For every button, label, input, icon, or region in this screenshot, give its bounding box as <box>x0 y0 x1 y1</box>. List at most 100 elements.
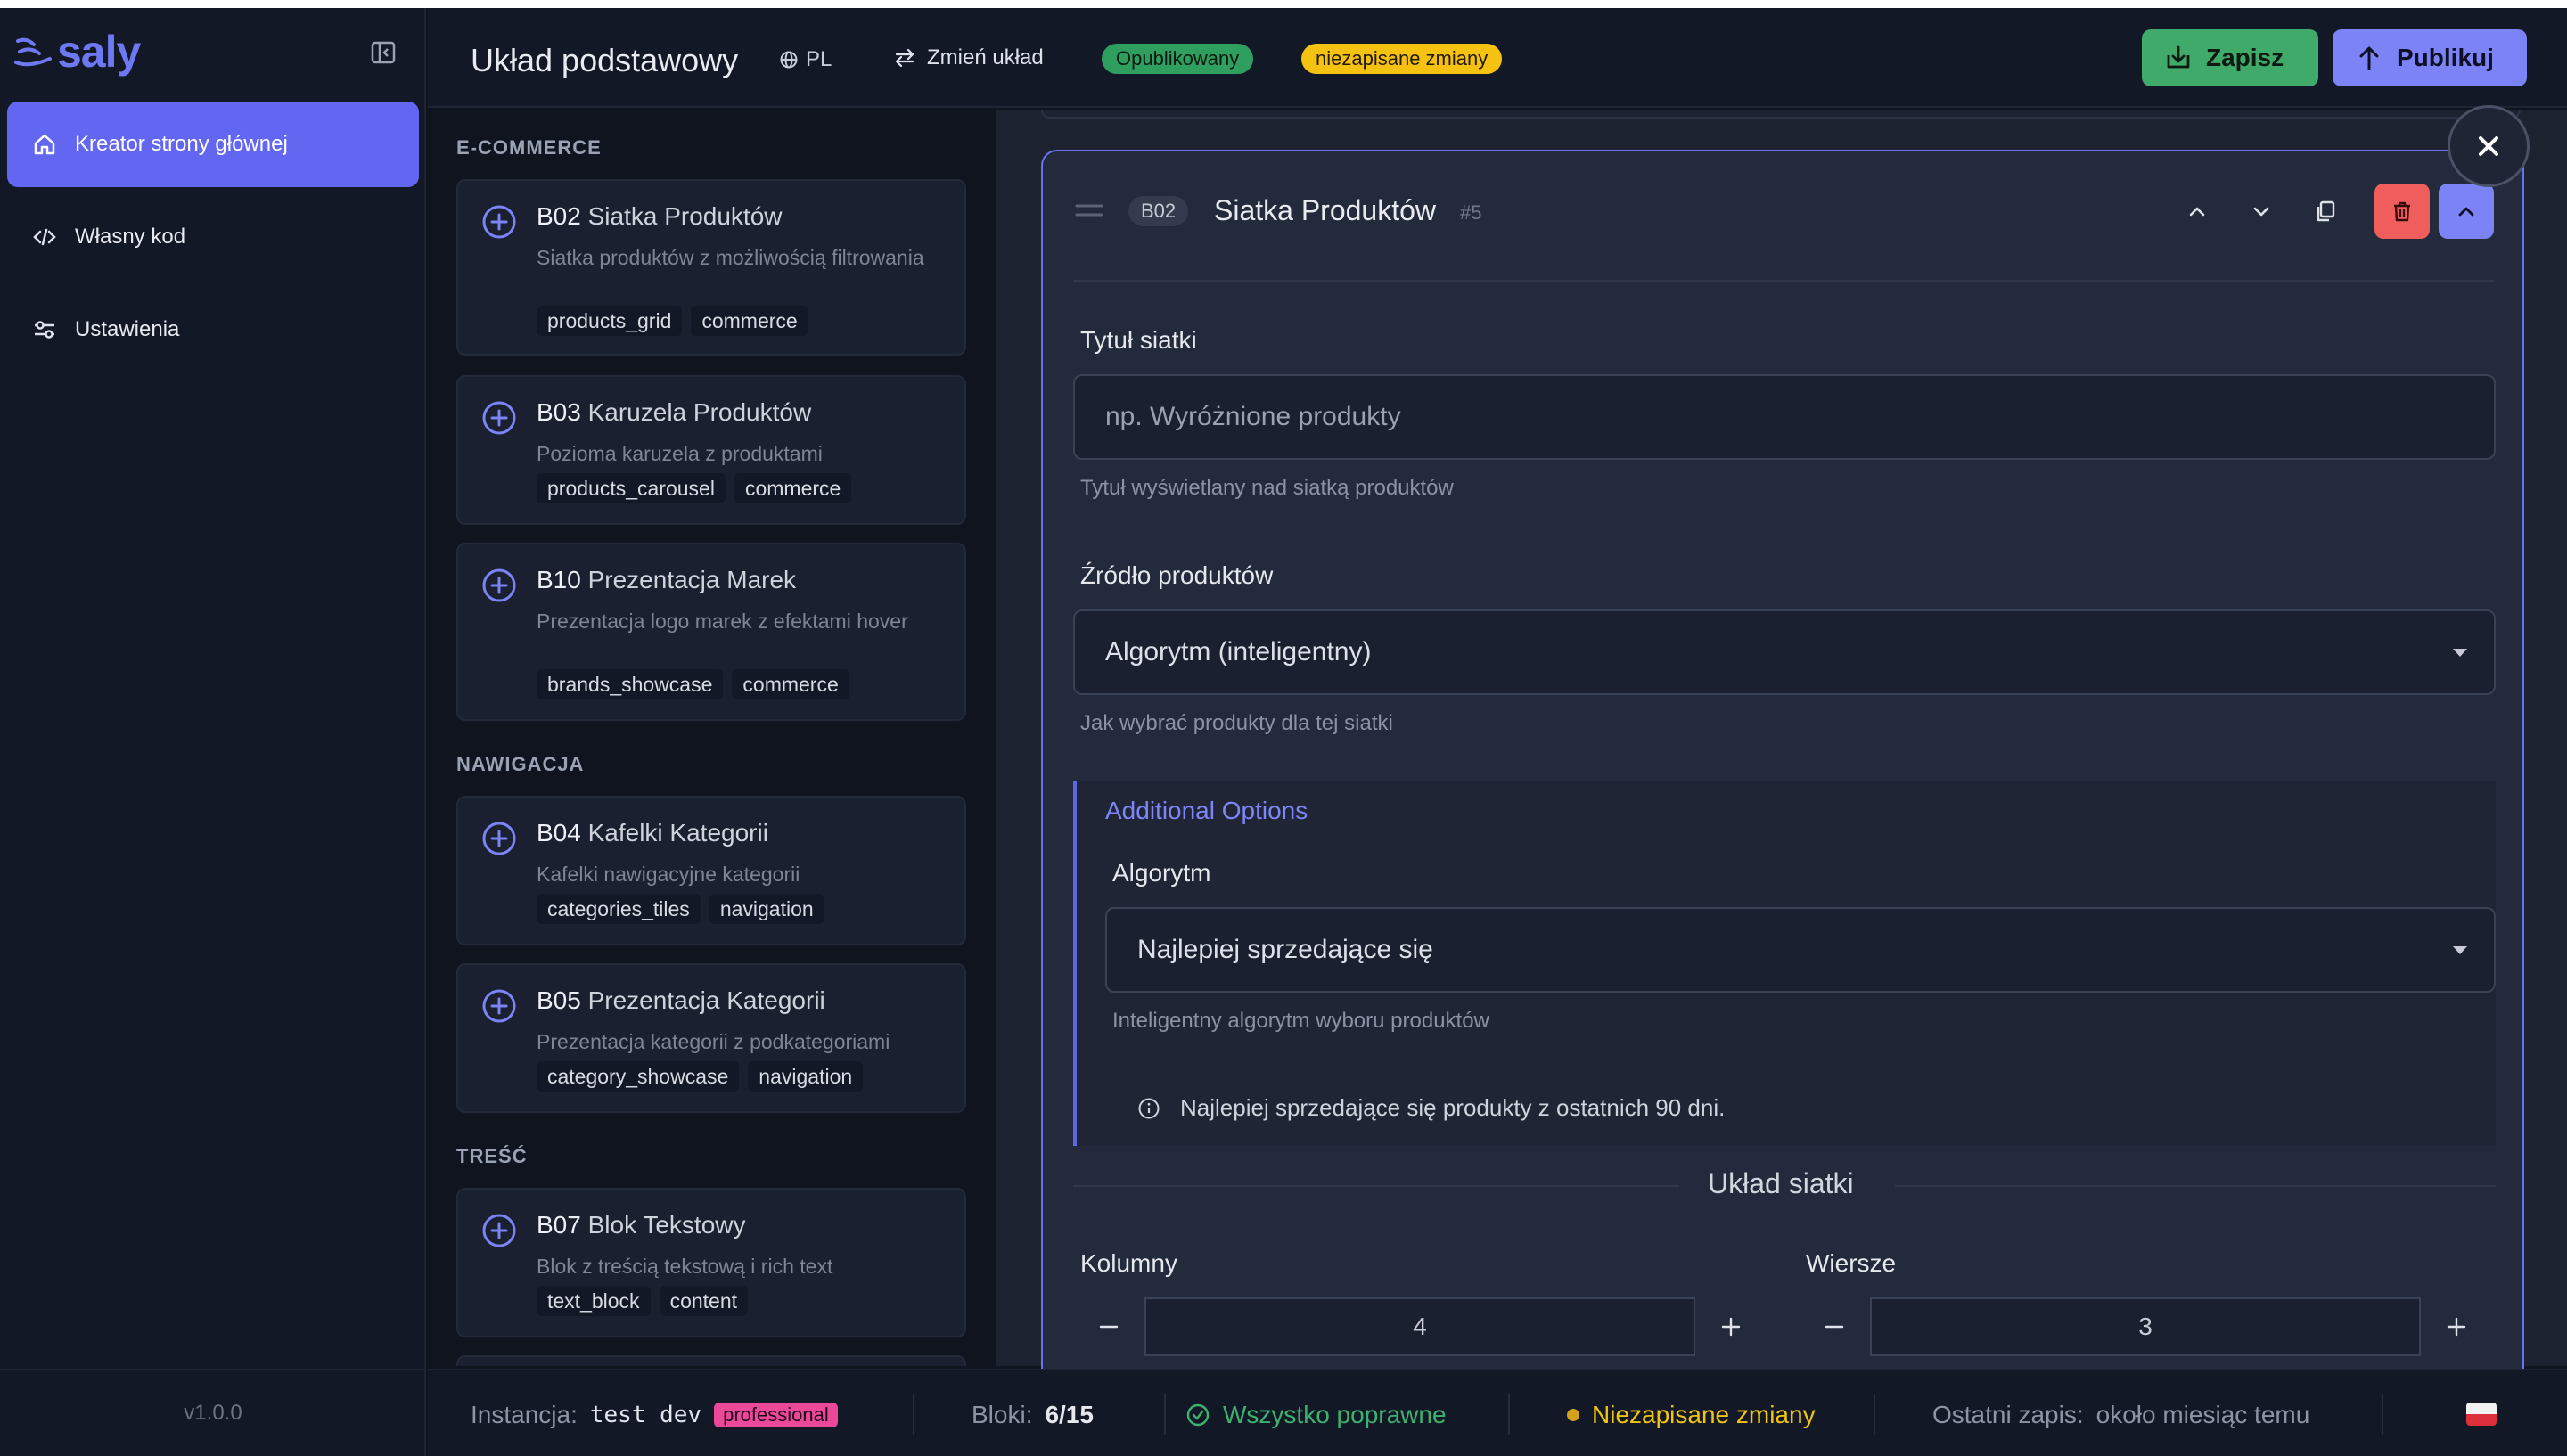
algorithm-help: Inteligentny algorytm wyboru produktów <box>1112 1009 1489 1033</box>
poland-flag-icon[interactable] <box>2466 1403 2497 1426</box>
duplicate-button[interactable] <box>2298 184 2353 239</box>
grid-title-input[interactable]: np. Wyróżnione produkty <box>1073 374 2496 460</box>
tag: commerce <box>691 306 808 336</box>
save-button[interactable]: Zapisz <box>2142 29 2318 86</box>
sidebar-footer: v1.0.0 <box>0 1369 426 1456</box>
globe-icon <box>780 51 798 69</box>
move-up-button[interactable] <box>2169 184 2225 239</box>
block-card-b02[interactable]: B02 Siatka Produktów Siatka produktów z … <box>456 179 966 356</box>
add-circle-icon <box>482 568 516 602</box>
catalog-group-heading: NAWIGACJA <box>456 753 585 775</box>
plan-badge: professional <box>714 1403 838 1427</box>
columns-increment-button[interactable] <box>1695 1297 1767 1356</box>
sidebar-nav: Kreator strony głównej Własny kod Ustawi… <box>7 102 419 380</box>
check-circle-icon <box>1186 1403 1210 1427</box>
block-card-b10[interactable]: B10 Prezentacja Marek Prezentacja logo m… <box>456 543 966 721</box>
validation-status: Wszystko poprawne <box>1185 1401 1447 1429</box>
block-card-title: B03 Karuzela Produktów <box>537 398 812 426</box>
last-save-label: Ostatni zapis: <box>1932 1401 2084 1428</box>
rows-decrement-button[interactable] <box>1799 1297 1870 1356</box>
dropdown-caret-icon <box>2453 946 2467 954</box>
minus-icon <box>1825 1325 1844 1329</box>
additional-options-section: Additional Options Algorytm Najlepiej sp… <box>1073 781 2496 1146</box>
algorithm-select[interactable]: Najlepiej sprzedające się <box>1105 907 2496 993</box>
sidebar-toggle-button[interactable] <box>369 38 398 67</box>
block-catalog: E-COMMERCE B02 Siatka Produktów Siatka p… <box>428 110 996 1366</box>
tag: commerce <box>732 669 849 699</box>
download-icon <box>2167 45 2190 69</box>
home-icon <box>32 132 57 157</box>
block-card-tags: categories_tiles navigation <box>537 894 824 924</box>
catalog-group-heading: TREŚĆ <box>456 1145 528 1167</box>
product-source-value: Algorytm (inteligentny) <box>1105 637 1372 667</box>
unsaved-status: Niezapisane zmiany <box>1567 1401 1816 1429</box>
status-badge-published: Opublikowany <box>1102 44 1254 74</box>
minus-icon <box>1099 1325 1119 1329</box>
tag: products_grid <box>537 306 683 336</box>
status-badge-unsaved: niezapisane zmiany <box>1301 44 1503 74</box>
rows-increment-button[interactable] <box>2421 1297 2492 1356</box>
block-card-tags: brands_showcase commerce <box>537 669 849 699</box>
instance-value: test_dev <box>589 1402 702 1428</box>
rows-input[interactable]: 3 <box>1870 1297 2421 1356</box>
columns-input[interactable]: 4 <box>1144 1297 1695 1356</box>
logo: saly <box>14 27 141 77</box>
block-card-b07[interactable]: B07 Blok Tekstowy Blok z treścią tekstow… <box>456 1188 966 1337</box>
block-card-description: Prezentacja logo marek z efektami hover <box>537 609 908 633</box>
sidebar-item-label: Własny kod <box>75 225 186 249</box>
status-bar: Instancja: test_dev professional Bloki: … <box>428 1369 2567 1456</box>
status-separator <box>1508 1394 1510 1435</box>
change-layout-button[interactable]: Zmień układ <box>893 45 1044 70</box>
block-card-title: B04 Kafelki Kategorii <box>537 819 768 847</box>
drag-handle-icon[interactable] <box>1075 201 1103 219</box>
info-icon <box>1138 1098 1160 1118</box>
sidebar-item-label: Ustawienia <box>75 317 180 341</box>
sidebar-item-label: Kreator strony głównej <box>75 132 288 156</box>
change-layout-label: Zmień układ <box>927 45 1044 70</box>
tag: categories_tiles <box>537 894 701 924</box>
catalog-group-heading: E-COMMERCE <box>456 136 602 159</box>
sidebar: saly Kreator strony głównej Własny kod U… <box>0 8 426 1456</box>
status-separator <box>913 1394 914 1435</box>
algorithm-info: Najlepiej sprzedające się produkty z ost… <box>1137 1094 1725 1122</box>
collapse-button[interactable] <box>2439 184 2494 239</box>
block-card-description: Kafelki nawigacyjne kategorii <box>537 863 800 886</box>
grid-title-placeholder: np. Wyróżnione produkty <box>1105 402 1401 431</box>
rows-label: Wiersze <box>1806 1249 1897 1277</box>
delete-button[interactable] <box>2374 184 2430 239</box>
sidebar-toggle-icon <box>371 41 396 64</box>
block-card-b04[interactable]: B04 Kafelki Kategorii Kafelki nawigacyjn… <box>456 796 966 945</box>
header: Układ podstawowy PL Zmień układ Opubliko… <box>428 8 2567 108</box>
add-circle-icon <box>482 822 516 855</box>
add-circle-icon <box>482 989 516 1023</box>
product-source-select[interactable]: Algorytm (inteligentny) <box>1073 609 2496 695</box>
publish-button[interactable]: Publikuj <box>2333 29 2527 86</box>
block-card-b03[interactable]: B03 Karuzela Produktów Pozioma karuzela … <box>456 375 966 525</box>
tag: category_showcase <box>537 1061 740 1092</box>
rows-stepper: 3 <box>1799 1297 2492 1356</box>
panel-header-divider <box>1073 280 2494 282</box>
sidebar-item-custom-code[interactable]: Własny kod <box>7 194 419 280</box>
validation-text: Wszystko poprawne <box>1223 1401 1447 1428</box>
algorithm-info-text: Najlepiej sprzedające się produkty z ost… <box>1180 1094 1726 1121</box>
unsaved-text: Niezapisane zmiany <box>1592 1401 1816 1428</box>
move-down-button[interactable] <box>2234 184 2289 239</box>
product-source-label: Źródło produktów <box>1080 561 1274 589</box>
block-card-b05[interactable]: B05 Prezentacja Kategorii Prezentacja ka… <box>456 963 966 1113</box>
sidebar-item-settings[interactable]: Ustawienia <box>7 287 419 372</box>
plus-icon <box>1721 1317 1741 1337</box>
logo-text: saly <box>57 27 141 77</box>
trash-icon <box>2394 201 2410 222</box>
additional-options-title: Additional Options <box>1105 797 1308 824</box>
tag: brands_showcase <box>537 669 724 699</box>
status-separator <box>1164 1394 1166 1435</box>
close-editor-button[interactable] <box>2448 105 2530 187</box>
language-indicator[interactable]: PL <box>779 47 832 72</box>
logo-mark-icon <box>14 37 52 67</box>
tag: commerce <box>734 473 852 503</box>
columns-decrement-button[interactable] <box>1073 1297 1144 1356</box>
copy-icon <box>2317 200 2335 222</box>
block-card-partial[interactable] <box>456 1355 966 1366</box>
save-label: Zapisz <box>2206 44 2284 71</box>
sidebar-item-homepage-builder[interactable]: Kreator strony głównej <box>7 102 419 187</box>
